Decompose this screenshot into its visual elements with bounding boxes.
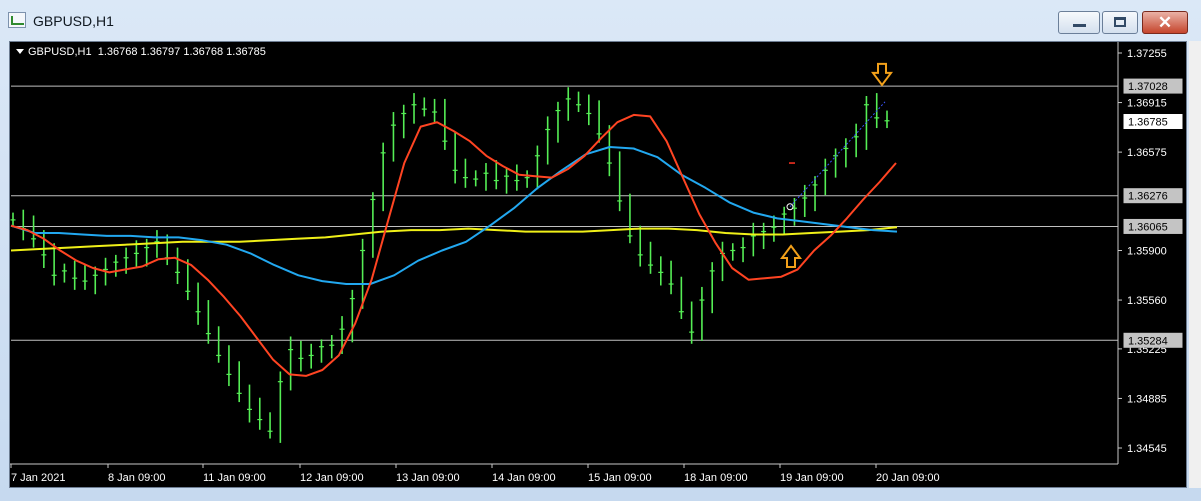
price-label-text: 1.36065 [1128, 221, 1168, 233]
time-tick-label: 19 Jan 09:00 [780, 472, 844, 484]
time-tick-label: 15 Jan 09:00 [588, 472, 652, 484]
chart-symbol: GBPUSD,H1 [28, 46, 92, 58]
sell-arrow-icon [871, 62, 893, 87]
price-tick-label: 1.34545 [1127, 443, 1167, 455]
price-label-text: 1.35284 [1128, 335, 1168, 347]
price-chart[interactable]: 1.37255 1.36915 1.36575 1.35900 1.35560 1.352… [0, 0, 1201, 501]
time-tick-label: 8 Jan 09:00 [108, 472, 166, 484]
chart-window: GBPUSD,H1 ✕ 1.37255 1.36915 1.36575 1.35900… [0, 0, 1201, 501]
price-label-text: 1.36276 [1128, 191, 1168, 203]
price-tick-label: 1.34885 [1127, 393, 1167, 405]
time-tick-label: 12 Jan 09:00 [300, 472, 364, 484]
time-tick-label: 11 Jan 09:00 [203, 472, 266, 484]
price-tick-label: 1.35900 [1127, 246, 1167, 258]
time-tick-label: 14 Jan 09:00 [492, 472, 556, 484]
time-tick-label: 20 Jan 09:00 [876, 472, 940, 484]
ma-mid-line [10, 146, 898, 285]
chart-header: GBPUSD,H1 1.36768 1.36797 1.36768 1.3678… [16, 46, 266, 58]
time-tick-label: 13 Jan 09:00 [396, 472, 460, 484]
price-tick-label: 1.35560 [1127, 295, 1167, 307]
price-tick-label: 1.36575 [1127, 147, 1167, 159]
price-tick-label: 1.36915 [1127, 98, 1167, 110]
price-label-text: 1.37028 [1128, 81, 1168, 93]
price-tick-label: 1.37255 [1127, 48, 1167, 60]
time-tick-label: 18 Jan 09:00 [684, 472, 748, 484]
dropdown-triangle-icon[interactable] [16, 49, 24, 54]
ohlc-values: 1.36768 1.36797 1.36768 1.36785 [97, 46, 266, 58]
buy-arrow-icon [779, 244, 803, 268]
time-tick-label: 7 Jan 2021 [11, 472, 65, 484]
price-label-text: 1.36785 [1128, 117, 1168, 129]
